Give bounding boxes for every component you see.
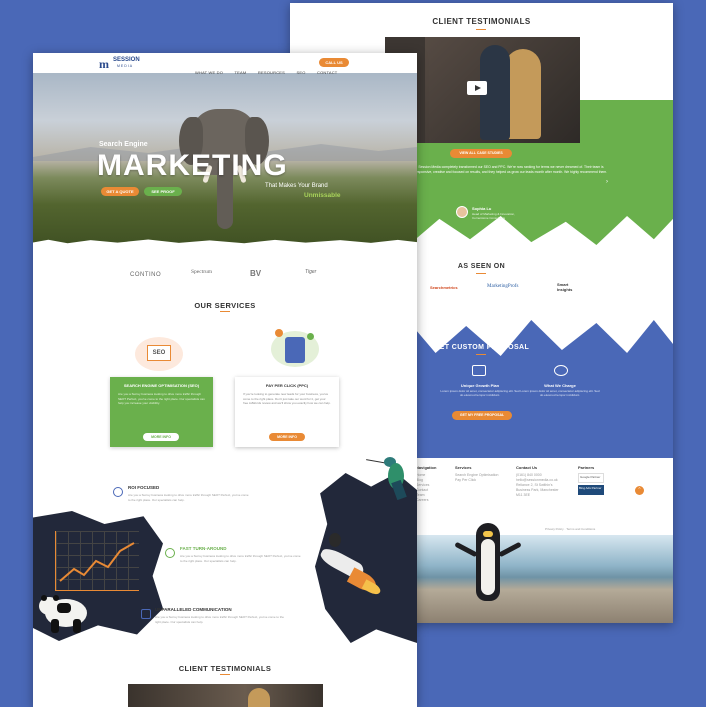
- nav-what-we-do[interactable]: WHAT WE DO: [195, 70, 223, 75]
- hero-tagline: That Makes Your Brand: [265, 183, 328, 189]
- footer-col-services: Services: [455, 465, 472, 470]
- testimonial-quote: Session Media completely transformed our…: [414, 165, 608, 174]
- header: m SESSION MEDIA WHAT WE DO TEAM RESOURCE…: [33, 53, 417, 75]
- nav-contact[interactable]: CONTACT: [317, 70, 337, 75]
- penguin-photo: [416, 523, 673, 623]
- client-logo-spectrum: Spectrum: [191, 269, 213, 275]
- growth-plan-icon: [472, 365, 486, 376]
- footer-col-contact: Contact Us: [516, 465, 538, 470]
- proposal-step-2-title: What We Charge: [544, 383, 576, 388]
- nav-team[interactable]: TEAM: [235, 70, 247, 75]
- service-seo-text: Are you a Surrey business looking to dri…: [118, 392, 205, 405]
- services-title: OUR SERVICES: [194, 301, 256, 310]
- seo-more-info-button[interactable]: MORE INFO: [143, 433, 179, 441]
- seo-badge: SEO: [147, 345, 171, 361]
- author-role: Head of Marketing & Innovation, Cornerst…: [472, 212, 515, 220]
- bing-partner-badge: Bing Ads Partner: [578, 485, 604, 495]
- roi-focused-icon: [113, 487, 123, 497]
- nav-seo[interactable]: SEO: [297, 70, 306, 75]
- case-studies-button[interactable]: VIEW ALL CASE STUDIES: [450, 149, 512, 158]
- hero-highlight: Unmissable: [304, 192, 341, 199]
- service-card-ppc: PAY PER CLICK (PPC) If you're looking to…: [235, 377, 339, 447]
- seo-illustration: SEO: [129, 331, 189, 373]
- front-testimonials-title: CLIENT TESTIMONIALS: [178, 664, 272, 673]
- proposal-step-1-text: Lorem ipsum dolor sit amet, consectetur …: [440, 389, 520, 397]
- front-page: m SESSION MEDIA WHAT WE DO TEAM RESOURCE…: [33, 53, 417, 707]
- feature-comm-text: Are you a Surrey business looking to dri…: [155, 615, 284, 624]
- press-logo-searchmetrics: Searchmetrics: [430, 285, 458, 290]
- service-card-seo: SEARCH ENGINE OPTIMISATION (SEO) Are you…: [110, 377, 213, 447]
- press-logo-marketingprofs: MarketingProfs: [487, 284, 519, 289]
- back-testimonials-title: CLIENT TESTIMONIALS: [432, 17, 531, 26]
- client-logo-bv: BV: [250, 269, 262, 278]
- hero-headline: MARKETING: [97, 149, 288, 182]
- feature-roi-text: Are you a Surrey business looking to dri…: [128, 493, 249, 502]
- logo-main: SESSION: [113, 57, 140, 63]
- client-logo-contino: CONTINO: [130, 272, 162, 278]
- footer-service-link[interactable]: Pay Per Click: [455, 478, 510, 483]
- hero: Search Engine MARKETING That Makes Your …: [33, 71, 417, 249]
- front-testimonial-video[interactable]: [128, 684, 323, 707]
- footer-col-partners: Partners: [578, 465, 595, 470]
- footer-legal[interactable]: Privacy Policy · Terms and Conditions: [545, 527, 595, 531]
- see-proof-button[interactable]: SEE PROOF: [144, 187, 182, 196]
- nav-resources[interactable]: RESOURCES: [258, 70, 285, 75]
- footer-address: Reliance 2, St Swithin's Business Park, …: [516, 483, 559, 497]
- author-name: Sophia Lu: [472, 206, 492, 211]
- growth-chart-illustration: [55, 531, 139, 591]
- call-us-button[interactable]: CALL US: [319, 58, 349, 67]
- free-proposal-button[interactable]: GET MY FREE PROPOSAL: [452, 411, 512, 420]
- feature-fast-title: FAST TURN-AROUND: [180, 546, 227, 551]
- logo-sub: MEDIA: [117, 64, 134, 68]
- client-logo-tiger: Tiger: [305, 269, 317, 275]
- google-partner-badge: Google Partner: [578, 473, 604, 483]
- play-icon[interactable]: [467, 81, 487, 95]
- press-logo-smart-insights: Smart Insights: [557, 282, 573, 292]
- service-ppc-title: PAY PER CLICK (PPC): [265, 383, 309, 388]
- service-ppc-text: If you're looking to generate new leads …: [243, 392, 331, 405]
- ppc-more-info-button[interactable]: MORE INFO: [269, 433, 305, 441]
- carousel-next-icon[interactable]: ›: [606, 179, 608, 185]
- ppc-illustration: [265, 323, 325, 373]
- feature-comm-title: UNPARALLELED COMMUNICATION: [155, 607, 232, 612]
- logo-icon: m: [99, 57, 109, 71]
- hero-kicker: Search Engine: [99, 141, 148, 148]
- communication-icon: [141, 609, 151, 619]
- feature-fast-text: Are you a Surrey business looking to dri…: [180, 554, 301, 563]
- fast-turnaround-icon: [165, 548, 175, 558]
- get-quote-button[interactable]: GET A QUOTE: [101, 187, 139, 196]
- feature-roi-title: ROI FOCUSED: [128, 485, 160, 490]
- pricing-icon: [554, 365, 568, 376]
- footer-nav-link[interactable]: Careers: [416, 498, 456, 503]
- proposal-step-2-text: Lorem ipsum dolor sit amet, consectetur …: [520, 389, 600, 397]
- back-to-top-icon[interactable]: ⌃: [635, 486, 644, 495]
- rocket-illustration: [303, 533, 393, 599]
- hummingbird-image: [366, 453, 412, 501]
- author-avatar: [456, 206, 468, 218]
- service-seo-title: SEARCH ENGINE OPTIMISATION (SEO): [123, 383, 200, 388]
- footer-col-navigation: Navigation: [416, 465, 437, 470]
- panda-image: [37, 593, 89, 635]
- proposal-step-1-title: Unique Growth Plan: [460, 383, 500, 388]
